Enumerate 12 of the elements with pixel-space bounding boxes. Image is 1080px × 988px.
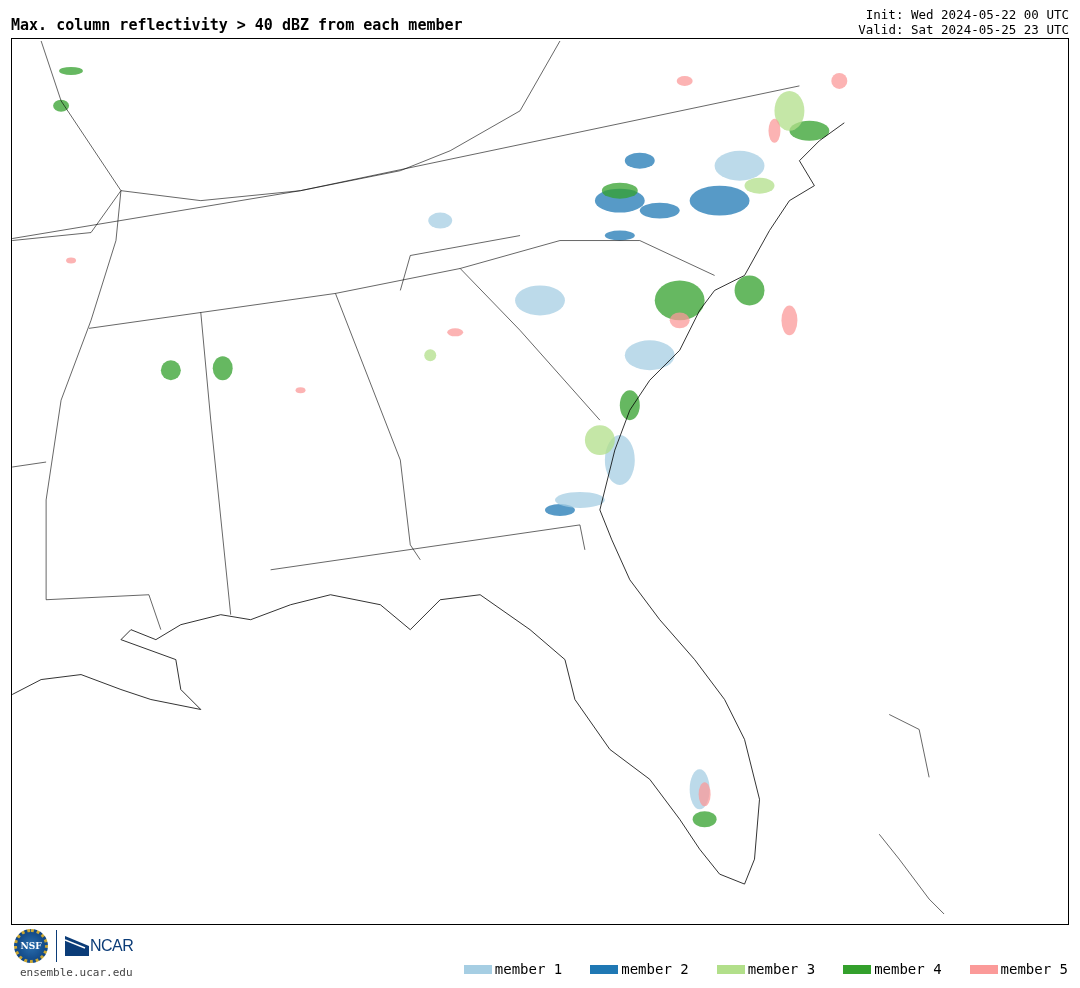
valid-time: Valid: Sat 2024-05-25 23 UTC: [858, 22, 1069, 37]
legend-label: member 2: [621, 961, 689, 977]
legend-label: member 5: [1000, 961, 1068, 977]
ncar-logo-icon: [65, 936, 89, 956]
ncar-logo-text: NCAR: [90, 937, 134, 955]
plot-title: Max. column reflectivity > 40 dBZ from each member: [11, 16, 463, 36]
legend-label: member 4: [874, 961, 942, 977]
legend-label: member 1: [494, 961, 563, 977]
site-url: ensemble.ucar.edu: [19, 966, 133, 979]
init-time: Init: Wed 2024-05-22 00 UTC: [865, 7, 1069, 22]
nsf-logo: NSF: [14, 929, 48, 963]
legend-label: member 3: [747, 961, 816, 977]
